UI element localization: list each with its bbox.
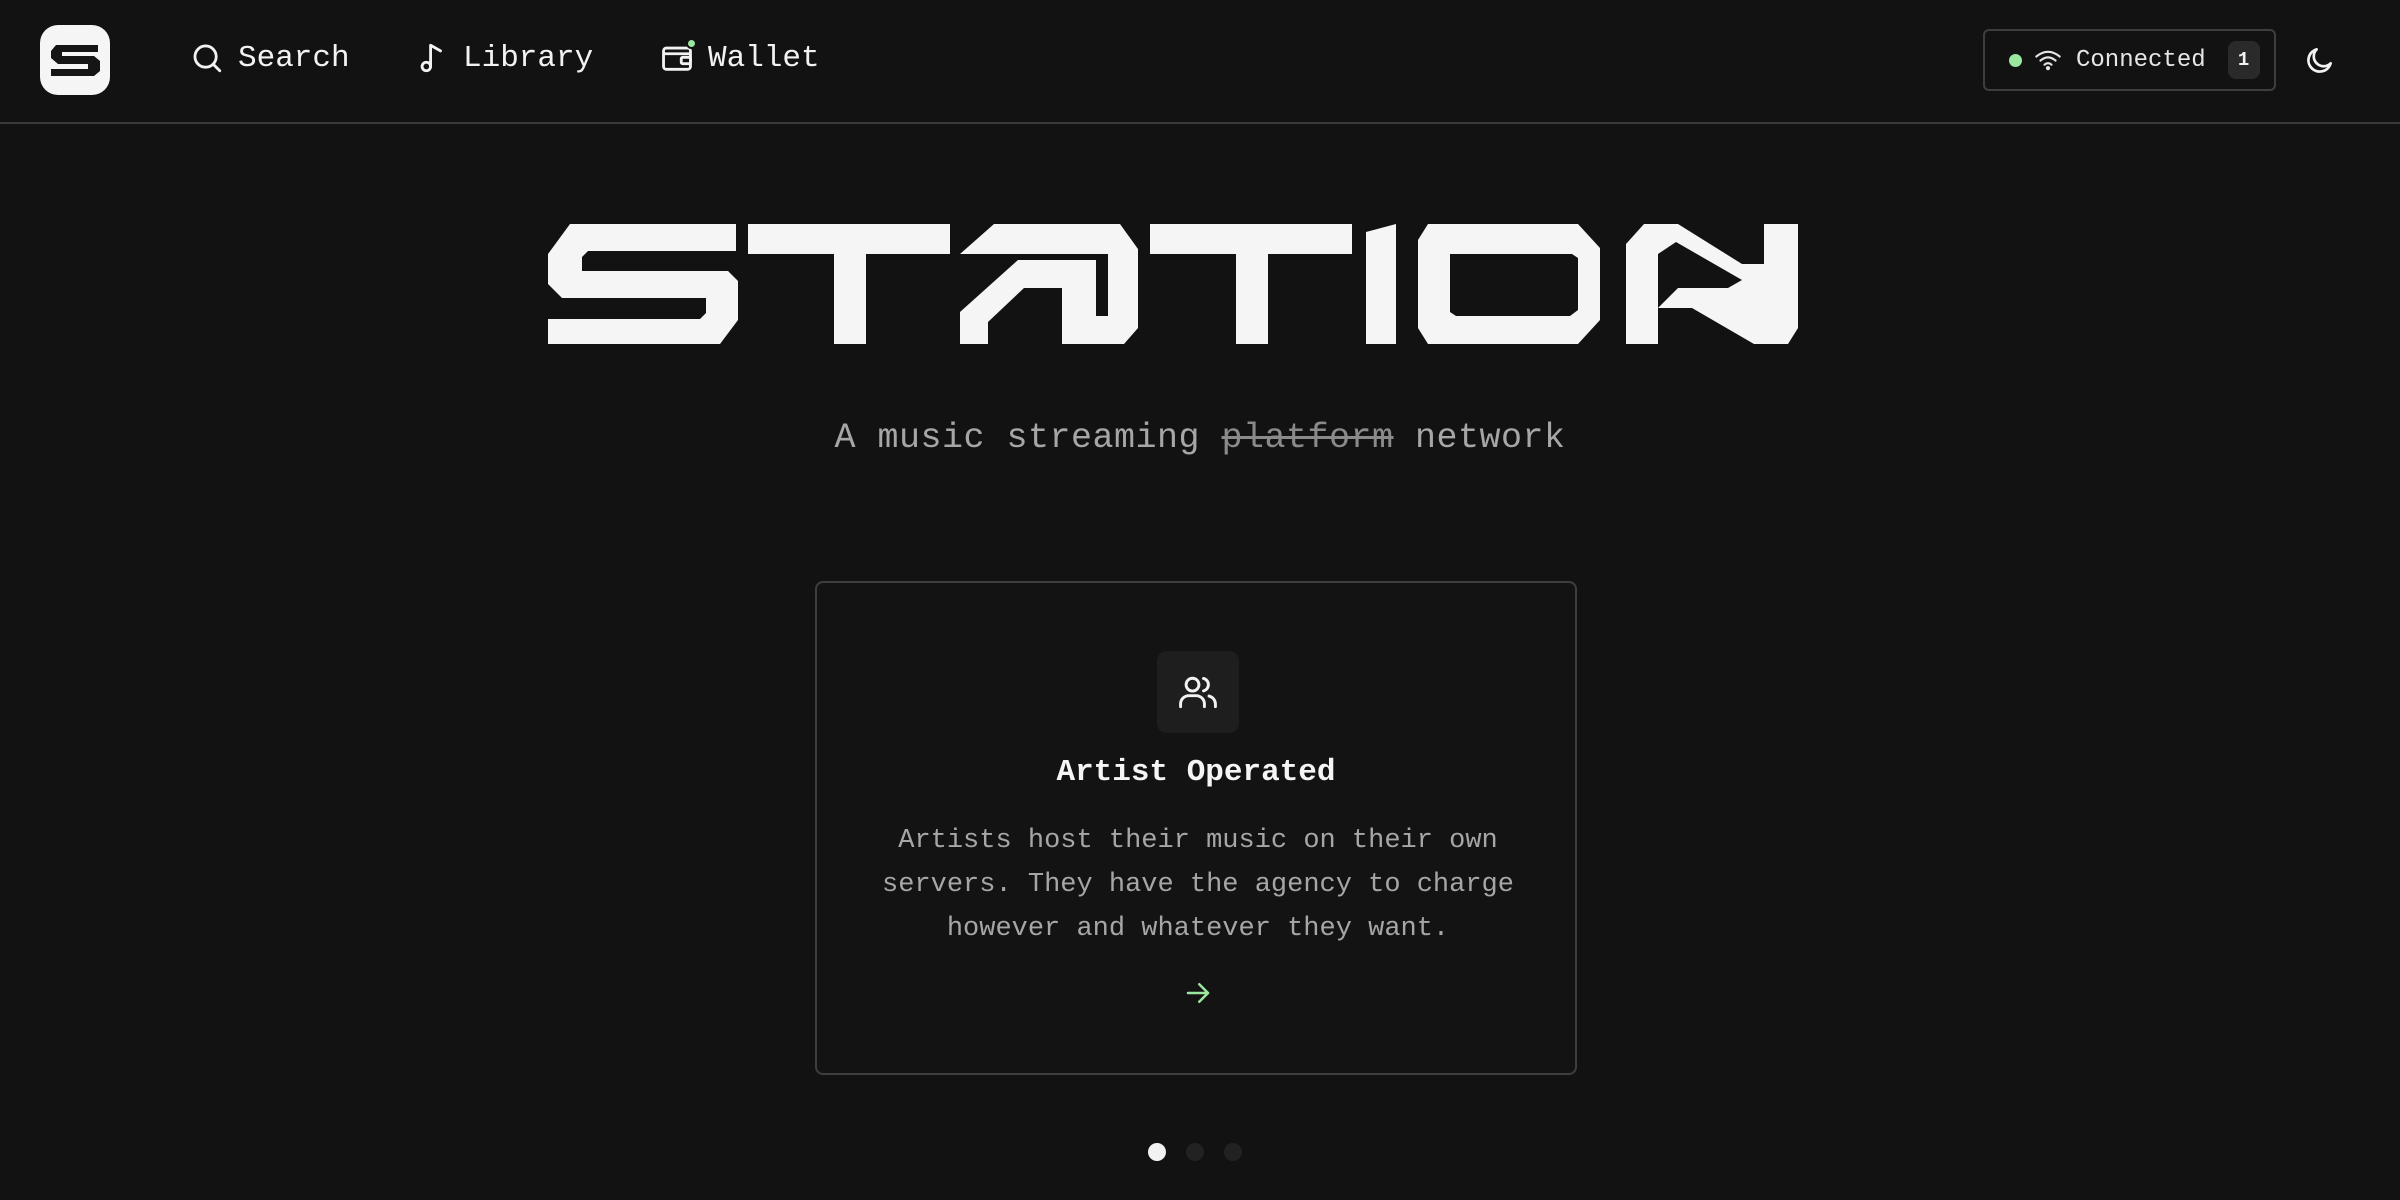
theme-toggle-button[interactable] [2300,40,2340,80]
pagination-dot-2[interactable] [1186,1143,1204,1161]
tagline-prefix: A music streaming [834,418,1222,458]
connection-dot [2009,53,2022,67]
station-logo[interactable] [40,25,110,95]
tagline-struck-word: platform [1221,418,1394,458]
feature-icon-container [1157,651,1239,733]
station-wordmark [548,224,1798,344]
feature-title: Artist Operated [1056,755,1336,790]
carousel-pagination [1148,1143,1242,1161]
nav-wallet-label: Wallet [708,40,820,76]
connection-status-button[interactable]: Connected 1 [1983,29,2276,91]
wallet-status-dot [686,38,697,49]
search-icon [193,44,222,73]
nav-search-label: Search [238,40,350,76]
peer-count-badge: 1 [2227,41,2260,79]
hero-tagline: A music streaming platform network [0,418,2400,458]
nav-search[interactable]: Search [190,36,350,80]
feature-next-button[interactable] [1180,975,1216,1011]
users-icon [1179,676,1217,709]
nav-library-label: Library [463,40,594,76]
top-navigation-bar: Search Library Wallet Connected 1 [0,0,2400,124]
tagline-suffix: network [1393,418,1566,458]
wifi-icon [2035,50,2061,71]
nav-wallet[interactable]: Wallet [660,36,820,80]
nav-library[interactable]: Library [415,36,593,80]
station-logo-icon [51,45,100,76]
feature-card: Artist Operated Artists host their music… [815,581,1577,1075]
arrow-right-icon [1186,983,1210,1003]
feature-description: Artists host their music on their own se… [882,826,1514,944]
pagination-dot-1[interactable] [1148,1143,1166,1161]
pagination-dot-3[interactable] [1224,1143,1242,1161]
music-note-icon [420,43,442,73]
connection-label: Connected [2076,46,2206,74]
moon-icon [2307,48,2332,73]
